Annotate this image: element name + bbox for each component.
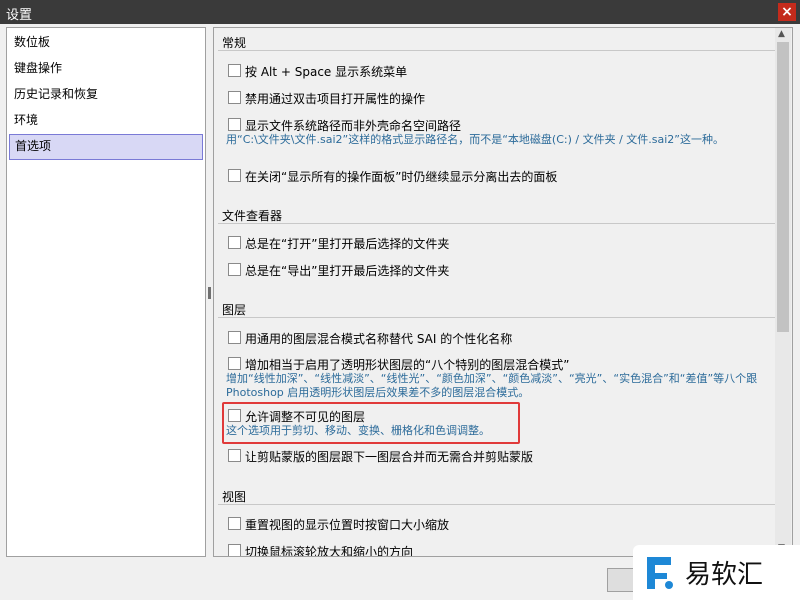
sidebar-item-preferences[interactable]: 首选项 xyxy=(9,134,203,160)
watermark-text: 易软汇 xyxy=(685,560,764,590)
option-label: 按 Alt + Space 显示系统菜单 xyxy=(245,65,408,79)
checkbox[interactable] xyxy=(228,449,241,462)
vertical-scrollbar[interactable]: ▲ ▼ xyxy=(775,28,791,556)
scroll-thumb[interactable] xyxy=(777,42,789,332)
section-title-view: 视图 xyxy=(222,490,247,504)
checkbox[interactable] xyxy=(228,331,241,344)
checkbox[interactable] xyxy=(228,64,241,77)
preferences-panel: 常规 按 Alt + Space 显示系统菜单 禁用通过双击项目打开属性的操作 … xyxy=(213,27,793,557)
section-divider xyxy=(218,504,776,505)
section-divider xyxy=(218,223,776,224)
sidebar-item-keyboard[interactable]: 键盘操作 xyxy=(9,56,203,80)
splitter-handle[interactable] xyxy=(208,287,211,299)
option-label: 重置视图的显示位置时按窗口大小缩放 xyxy=(245,518,450,532)
option-label: 总是在“导出”里打开最后选择的文件夹 xyxy=(245,264,450,278)
window-title: 设置 xyxy=(6,8,33,23)
checkbox[interactable] xyxy=(228,91,241,104)
option-label: 让剪贴蒙版的图层跟下一图层合并而无需合并剪贴蒙版 xyxy=(245,450,534,464)
watermark-logo-icon xyxy=(647,557,673,589)
option-label: 增加相当于启用了透明形状图层的“八个特别的图层混合模式” xyxy=(245,358,570,372)
sidebar-item-history[interactable]: 历史记录和恢复 xyxy=(9,82,203,106)
watermark: 易软汇 xyxy=(633,545,800,600)
option-description: 用“C:\文件夹\文件.sai2”这样的格式显示路径名，而不是“本地磁盘(C:)… xyxy=(226,133,725,146)
category-list: 数位板 键盘操作 历史记录和恢复 环境 首选项 xyxy=(6,27,206,557)
close-button[interactable]: × xyxy=(778,3,796,21)
option-label: 总是在“打开”里打开最后选择的文件夹 xyxy=(245,237,450,251)
section-title-general: 常规 xyxy=(222,36,247,50)
checkbox[interactable] xyxy=(228,263,241,276)
checkbox[interactable] xyxy=(228,118,241,131)
highlight-annotation xyxy=(222,402,520,444)
checkbox[interactable] xyxy=(228,544,241,556)
section-divider xyxy=(218,50,776,51)
option-label: 切换鼠标滚轮放大和缩小的方向 xyxy=(245,545,414,557)
title-bar: 设置 × xyxy=(0,0,800,24)
option-label: 显示文件系统路径而非外壳命名空间路径 xyxy=(245,119,462,133)
checkbox[interactable] xyxy=(228,236,241,249)
option-label: 用通用的图层混合模式名称替代 SAI 的个性化名称 xyxy=(245,332,513,346)
scroll-up-icon[interactable]: ▲ xyxy=(778,29,785,39)
checkbox[interactable] xyxy=(228,357,241,370)
section-divider xyxy=(218,317,776,318)
option-description: 增加“线性加深”、“线性减淡”、“线性光”、“颜色加深”、“颜色减淡”、“亮光”… xyxy=(226,372,758,399)
option-label: 禁用通过双击项目打开属性的操作 xyxy=(245,92,426,106)
sidebar-item-environment[interactable]: 环境 xyxy=(9,108,203,132)
checkbox[interactable] xyxy=(228,169,241,182)
sidebar-item-tablet[interactable]: 数位板 xyxy=(9,30,203,54)
option-label: 在关闭“显示所有的操作面板”时仍继续显示分离出去的面板 xyxy=(245,170,558,184)
section-title-file-viewer: 文件查看器 xyxy=(222,209,283,223)
checkbox[interactable] xyxy=(228,517,241,530)
section-title-layers: 图层 xyxy=(222,303,247,317)
